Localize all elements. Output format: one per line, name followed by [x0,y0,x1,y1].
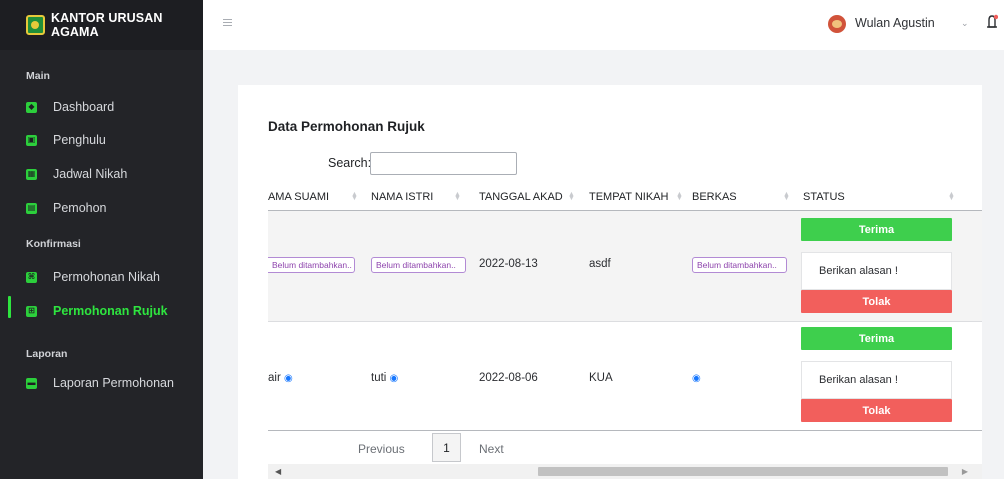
scrollbar-thumb[interactable] [538,467,948,476]
sidebar-item-label: Jadwal Nikah [53,167,128,181]
previous-button[interactable]: Previous [358,442,405,456]
accept-button[interactable]: Terima [801,218,952,241]
sidebar-item-label: Dashboard [53,100,115,114]
column-header-nama-istri[interactable]: NAMA ISTRI [371,191,433,203]
tempat-nikah-cell: KUA [589,372,613,384]
tanggal-akad-cell: 2022-08-06 [479,372,538,384]
user-name[interactable]: Wulan Agustin [855,16,935,30]
sidebar-item-label: Permohonan Nikah [53,270,161,284]
column-header-nama-suami[interactable]: NAMA SUAMI [268,191,329,203]
section-label-konfirmasi: Konfirmasi [26,238,81,250]
sidebar-item-permohonan-rujuk[interactable]: ⊞ Permohonan Rujuk [0,301,203,321]
calendar-icon: ▦ [26,168,37,180]
reason-input[interactable]: Berikan alasan ! [801,252,952,290]
nama-suami-cell: air ◉ [268,372,293,384]
reject-button[interactable]: Tolak [801,290,952,313]
sort-icon[interactable]: ▲ ▼ [676,191,683,202]
column-header-tanggal-akad[interactable]: TANGGAL AKAD [479,191,563,203]
scroll-left-arrow-icon[interactable]: ◀ [275,467,281,476]
sidebar-item-dashboard[interactable]: ◆ Dashboard [0,97,203,117]
row-divider [268,321,982,322]
sidebar-item-penghulu[interactable]: ▣ Penghulu [0,130,203,150]
sidebar-item-label: Penghulu [53,133,106,147]
sort-icon[interactable]: ▲ ▼ [783,191,790,202]
search-input[interactable] [370,152,517,175]
sort-icon[interactable]: ▲ ▼ [454,191,461,202]
column-header-status[interactable]: STATUS [803,191,845,203]
dashboard-icon: ◆ [26,101,37,113]
brand[interactable]: KANTOR URUSAN AGAMA [0,0,203,50]
scroll-right-arrow-icon[interactable]: ▶ [962,467,968,476]
next-button[interactable]: Next [479,442,504,456]
search-label: Search: [328,156,372,170]
print-icon: ▬ [26,377,37,389]
sidebar-item-label: Pemohon [53,201,107,215]
nama-suami-text: air [268,372,281,384]
chevron-down-icon[interactable]: ⌄ [961,18,969,29]
page-title: Data Permohonan Rujuk [268,119,425,134]
sidebar: KANTOR URUSAN AGAMA Main ◆ Dashboard ▣ P… [0,0,203,479]
berkas-badge: Belum ditambahkan.. [692,257,787,273]
accept-button[interactable]: Terima [801,327,952,350]
column-header-tempat-nikah[interactable]: TEMPAT NIKAH [589,191,668,203]
page-button[interactable]: 1 [432,433,461,462]
nama-istri-text: tuti [371,372,387,384]
sidebar-item-label: Permohonan Rujuk [53,304,168,318]
user-card-icon: ▤ [26,202,37,214]
section-label-laporan: Laporan [26,348,68,360]
sort-icon[interactable]: ▲ ▼ [948,191,955,202]
eye-icon[interactable]: ◉ [390,373,399,384]
sort-icon[interactable]: ▲ ▼ [351,191,358,202]
column-header-berkas[interactable]: BERKAS [692,191,737,203]
reject-button[interactable]: Tolak [801,399,952,422]
nama-suami-badge: Belum ditambahkan.. [268,257,355,273]
kua-logo-icon [26,15,45,35]
reason-input[interactable]: Berikan alasan ! [801,361,952,399]
bell-icon[interactable] [986,14,998,30]
sidebar-item-label: Laporan Permohonan [53,376,174,390]
horizontal-scrollbar[interactable]: ◀ ▶ [268,464,982,479]
command-icon: ⌘ [26,271,37,283]
id-card-icon: ▣ [26,134,37,146]
sidebar-item-laporan-permohonan[interactable]: ▬ Laporan Permohonan [0,373,203,393]
content-card: Data Permohonan Rujuk Search: NAMA SUAMI… [238,85,982,479]
sidebar-item-permohonan-nikah[interactable]: ⌘ Permohonan Nikah [0,267,203,287]
nama-istri-badge: Belum ditambahkan.. [371,257,466,273]
section-label-main: Main [26,70,50,82]
eye-icon[interactable]: ◉ [692,373,701,384]
sidebar-item-jadwal-nikah[interactable]: ▦ Jadwal Nikah [0,164,203,184]
tempat-nikah-cell: asdf [589,258,611,270]
nama-istri-cell: tuti ◉ [371,372,398,384]
hamburger-icon[interactable] [223,19,232,27]
eye-icon[interactable]: ◉ [284,373,293,384]
table-bottom-border [268,430,982,431]
sitemap-icon: ⊞ [26,305,37,317]
tanggal-akad-cell: 2022-08-13 [479,258,538,270]
sort-icon[interactable]: ▲ ▼ [568,191,575,202]
brand-name: KANTOR URUSAN AGAMA [50,11,163,39]
topbar: Wulan Agustin ⌄ [203,0,1004,50]
sidebar-item-pemohon[interactable]: ▤ Pemohon [0,198,203,218]
avatar[interactable] [828,15,846,33]
